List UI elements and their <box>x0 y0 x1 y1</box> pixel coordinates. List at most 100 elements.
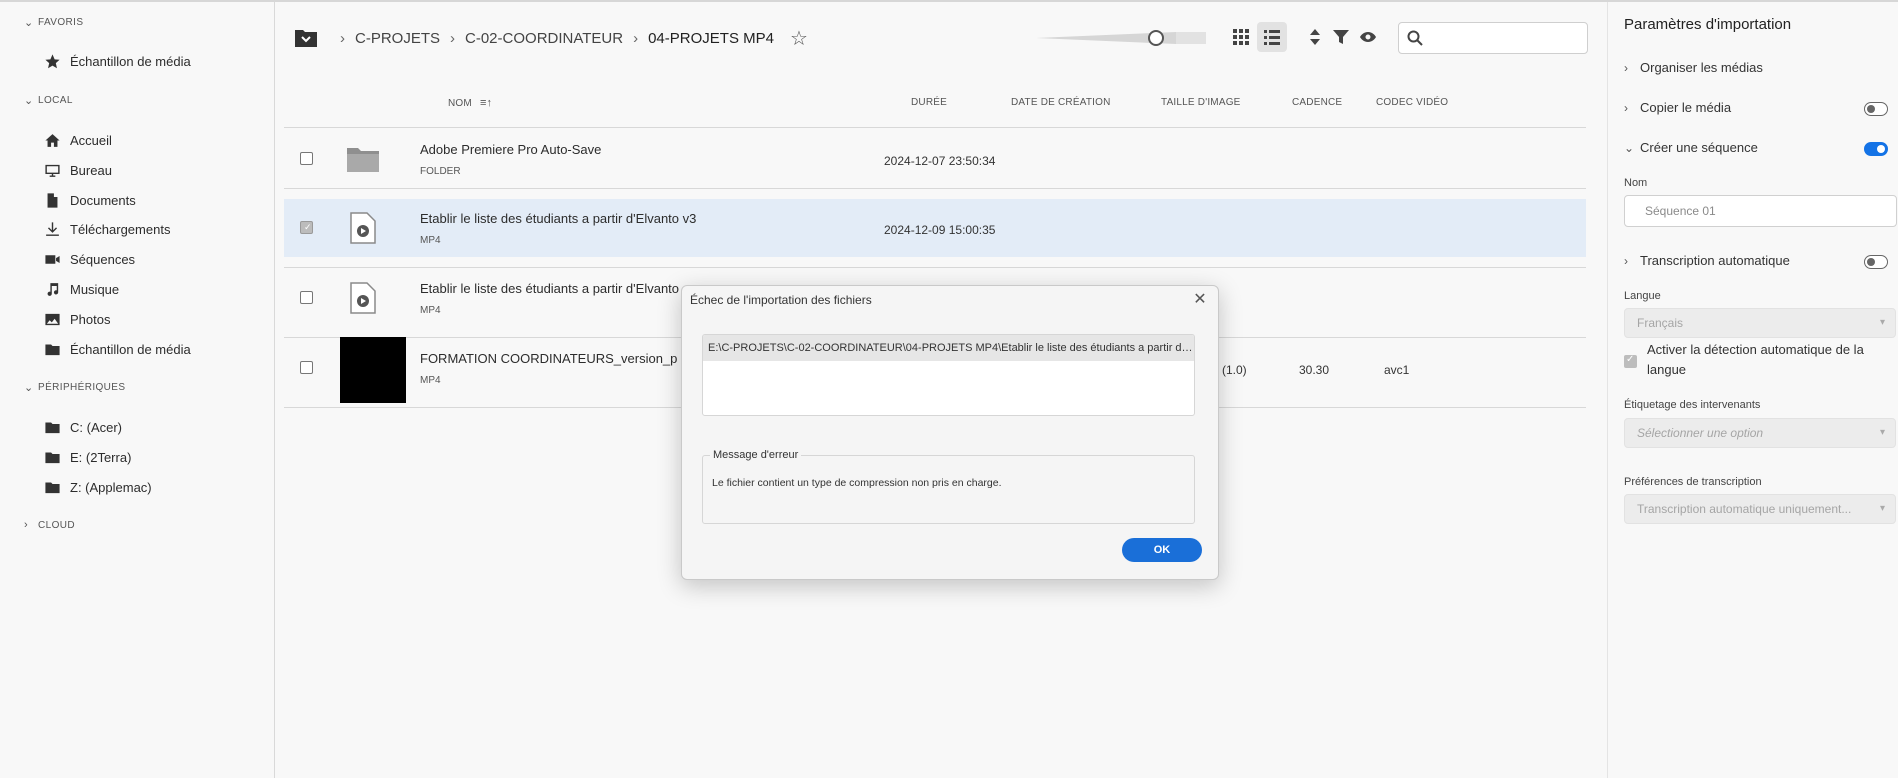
sort-icon <box>1310 29 1320 45</box>
chevron-down-icon: ⌄ <box>1624 140 1635 155</box>
row-checkbox[interactable] <box>300 361 313 374</box>
chevron-down-icon: ▾ <box>1879 317 1885 328</box>
column-frame-size[interactable]: TAILLE D'IMAGE <box>1161 97 1241 108</box>
sort-ascending-icon: ≡↑ <box>479 97 493 109</box>
column-frame-rate[interactable]: CADENCE <box>1292 97 1342 108</box>
sidebar-item-accueil[interactable]: Accueil <box>43 127 112 153</box>
section-cloud[interactable]: › CLOUD <box>24 519 75 531</box>
error-message-legend: Message d'erreur <box>710 449 802 461</box>
document-icon <box>43 191 61 209</box>
sidebar-item-documents[interactable]: Documents <box>43 187 136 213</box>
favorite-star-icon[interactable]: ☆ <box>790 26 808 51</box>
sidebar-item-echantillon[interactable]: Échantillon de média <box>43 336 191 362</box>
sidebar-item-drive-z[interactable]: Z: (Applemac) <box>43 474 152 500</box>
thumbnail-size-slider[interactable] <box>1036 28 1206 48</box>
section-create-sequence[interactable]: ⌄ Créer une séquence <box>1624 140 1758 155</box>
view-options-button[interactable] <box>1353 22 1383 52</box>
transcription-prefs-select[interactable]: Transcription automatique uniquement... … <box>1624 494 1896 524</box>
breadcrumb-item[interactable]: C-PROJETS <box>355 30 440 47</box>
breadcrumb: › C-PROJETS › C-02-COORDINATEUR › 04-PRO… <box>294 24 808 52</box>
sidebar-item-label: Bureau <box>70 162 112 178</box>
row-checkbox[interactable] <box>300 152 313 165</box>
sidebar-item-sequences[interactable]: Séquences <box>43 246 135 272</box>
chevron-right-icon: › <box>633 29 639 47</box>
folder-icon <box>43 340 61 358</box>
error-message-text: Le fichier contient un type de compressi… <box>712 477 1002 489</box>
ok-button[interactable]: OK <box>1122 538 1202 562</box>
search-field[interactable] <box>1398 22 1588 54</box>
auto-transcription-toggle[interactable] <box>1864 255 1888 269</box>
column-created[interactable]: DATE DE CRÉATION <box>1011 97 1111 108</box>
auto-detect-checkbox[interactable]: ✓ <box>1624 354 1637 368</box>
chevron-down-icon: ⌄ <box>24 17 34 29</box>
sidebar-item-telechargements[interactable]: Téléchargements <box>43 216 170 242</box>
grid-view-button[interactable] <box>1226 22 1256 52</box>
table-row[interactable]: ✓ Etablir le liste des étudiants a parti… <box>284 199 1586 257</box>
section-local[interactable]: ⌄ LOCAL <box>24 94 73 107</box>
transcription-prefs-label: Préférences de transcription <box>1624 476 1762 488</box>
copy-media-toggle[interactable] <box>1864 102 1888 116</box>
section-copy[interactable]: › Copier le média <box>1624 100 1731 115</box>
failed-files-list[interactable]: E:\C-PROJETS\C-02-COORDINATEUR\04-PROJET… <box>702 334 1195 416</box>
check-icon: ✓ <box>304 222 312 232</box>
sidebar-item-drive-c[interactable]: C: (Acer) <box>43 414 122 440</box>
breadcrumb-item[interactable]: C-02-COORDINATEUR <box>465 30 623 47</box>
row-name: Etablir le liste des étudiants a partir … <box>420 281 680 296</box>
chevron-right-icon: › <box>24 519 29 531</box>
music-icon <box>43 280 61 298</box>
close-icon[interactable]: ✕ <box>1190 290 1210 310</box>
chevron-right-icon: › <box>1624 253 1628 268</box>
failed-file-item[interactable]: E:\C-PROJETS\C-02-COORDINATEUR\04-PROJET… <box>703 335 1194 361</box>
home-icon <box>43 131 61 149</box>
section-favoris[interactable]: ⌄ FAVORIS <box>24 16 83 29</box>
star-icon <box>43 52 61 70</box>
sidebar-item-label: Échantillon de média <box>70 341 191 357</box>
create-sequence-toggle[interactable] <box>1864 142 1888 156</box>
sidebar-item-bureau[interactable]: Bureau <box>43 157 112 183</box>
column-codec[interactable]: CODEC VIDÉO <box>1376 97 1448 108</box>
column-duration[interactable]: DURÉE <box>911 97 947 108</box>
speaker-select[interactable]: Sélectionner une option ▾ <box>1624 418 1896 448</box>
search-input[interactable] <box>1429 30 1579 46</box>
select-value: Sélectionner une option <box>1637 426 1764 440</box>
column-name[interactable]: NOM ≡↑ <box>448 97 492 109</box>
sidebar-item-drive-e[interactable]: E: (2Terra) <box>43 444 131 470</box>
import-error-dialog: Échec de l'importation des fichiers ✕ E:… <box>681 285 1219 580</box>
section-auto-transcription[interactable]: › Transcription automatique <box>1624 253 1790 268</box>
row-frame-rate: 30.30 <box>1299 363 1330 377</box>
row-name: FORMATION COORDINATEURS_version_p <box>420 351 678 366</box>
chevron-down-icon: ⌄ <box>24 382 34 394</box>
folder-thumbnail <box>336 134 390 184</box>
dialog-title: Échec de l'importation des fichiers <box>690 293 872 307</box>
photo-icon <box>43 310 61 328</box>
section-peripheriques[interactable]: ⌄ PÉRIPHÉRIQUES <box>24 381 125 394</box>
language-select[interactable]: Français ▾ <box>1624 308 1896 338</box>
row-codec: avc1 <box>1384 363 1410 377</box>
select-value: Transcription automatique uniquement... <box>1637 502 1852 516</box>
section-title: FAVORIS <box>38 17 84 28</box>
list-icon <box>1264 30 1280 45</box>
grid-icon <box>1233 29 1249 45</box>
table-row[interactable]: Adobe Premiere Pro Auto-Save FOLDER 2024… <box>284 130 1586 188</box>
folder-menu-icon[interactable] <box>294 28 318 48</box>
section-organize[interactable]: › Organiser les médias <box>1624 60 1763 75</box>
row-checkbox[interactable] <box>300 291 313 304</box>
row-date: 2024-12-07 23:50:34 <box>884 154 996 168</box>
sidebar-item-label: Musique <box>70 281 120 297</box>
chevron-down-icon: ▾ <box>1879 503 1885 514</box>
sequence-name-label: Nom <box>1624 177 1648 189</box>
sequence-name-input[interactable]: Séquence 01 <box>1624 195 1897 227</box>
sidebar-item-photos[interactable]: Photos <box>43 306 110 332</box>
folder-icon <box>43 448 61 466</box>
list-view-button[interactable] <box>1257 22 1287 52</box>
row-divider <box>284 188 1586 189</box>
sidebar-item-favori-echantillon[interactable]: Échantillon de média <box>43 48 191 74</box>
row-checkbox[interactable]: ✓ <box>300 221 313 234</box>
slider-handle[interactable] <box>1148 30 1164 46</box>
sidebar-item-musique[interactable]: Musique <box>43 276 119 302</box>
filter-button[interactable] <box>1326 22 1356 52</box>
section-label: Créer une séquence <box>1640 140 1758 155</box>
row-name: Etablir le liste des étudiants a partir … <box>420 211 697 226</box>
language-label: Langue <box>1624 290 1661 302</box>
folder-icon <box>347 148 379 172</box>
